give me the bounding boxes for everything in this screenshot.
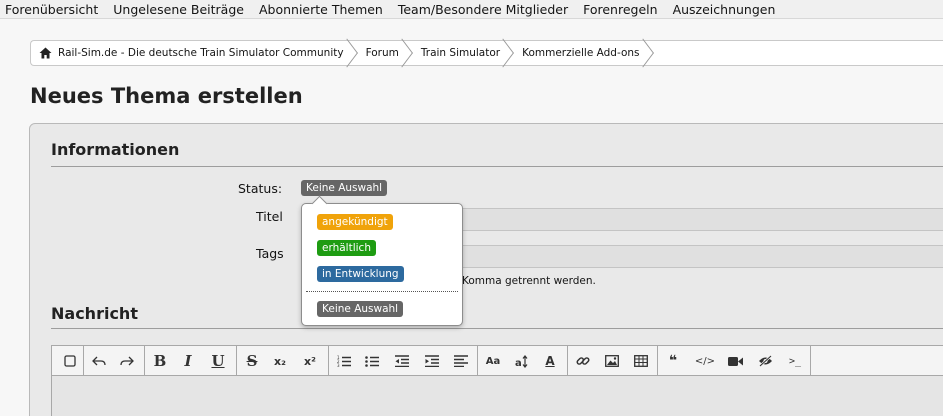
nachricht-heading: Nachricht [51,304,138,323]
underline-button[interactable]: U [207,346,229,376]
breadcrumb-item-forum[interactable]: Forum [358,41,413,65]
toggle-bbcode-icon[interactable] [58,346,82,376]
toolbar-separator [83,346,84,376]
breadcrumb-label: Kommerzielle Add-ons [522,47,640,59]
status-option-angekuendigt[interactable]: angekündigt [317,214,393,230]
breadcrumb: Rail-Sim.de - Die deutsche Train Simulat… [30,40,943,66]
ordered-list-icon[interactable]: 123 [333,346,355,376]
breadcrumb-label: Forum [365,47,399,59]
subscript-button[interactable]: x₂ [268,346,292,376]
top-navigation: Forenübersicht Ungelesene Beiträge Abonn… [0,0,943,19]
tags-label: Tags [256,246,284,261]
quote-button[interactable]: ❝ [662,346,684,376]
svg-text:3: 3 [337,363,340,367]
breadcrumb-item-train-simulator[interactable]: Train Simulator [413,41,514,65]
home-icon [39,47,52,59]
table-icon[interactable] [630,346,652,376]
nav-team[interactable]: Team/Besondere Mitglieder [398,2,568,17]
toolbar-separator [567,346,568,376]
strikethrough-button[interactable]: S [241,346,263,376]
tags-hint: Komma getrennt werden. [462,275,596,287]
nav-forenuebersicht[interactable]: Forenübersicht [5,2,98,17]
bold-button[interactable]: B [149,346,171,376]
breadcrumb-item-kommerzielle-add-ons[interactable]: Kommerzielle Add-ons [514,41,653,65]
titel-label: Titel [256,209,283,224]
breadcrumb-label: Rail-Sim.de - Die deutsche Train Simulat… [58,47,344,59]
spoiler-icon[interactable] [753,346,777,376]
page-title: Neues Thema erstellen [30,84,303,108]
toolbar-separator [477,346,478,376]
message-editor: B I U S x₂ x² 123 Aa a A ❝ </> >_ [51,345,943,416]
unordered-list-icon[interactable] [361,346,383,376]
status-label: Status: [238,181,283,196]
status-option-keine-auswahl[interactable]: Keine Auswahl [317,301,404,317]
status-option-erhaeltlich[interactable]: erhältlich [317,240,376,256]
divider [51,328,943,329]
toolbar-separator [657,346,658,376]
outdent-icon[interactable] [391,346,413,376]
italic-button[interactable]: I [177,346,199,376]
status-dropdown-menu: angekündigt erhältlich in Entwicklung Ke… [301,203,463,326]
breadcrumb-label: Train Simulator [420,47,501,59]
toolbar-separator [144,346,145,376]
indent-icon[interactable] [421,346,443,376]
link-icon[interactable] [572,346,594,376]
nav-auszeichnungen[interactable]: Auszeichnungen [673,2,776,17]
font-color-button[interactable]: A [539,346,561,376]
toolbar-separator [236,346,237,376]
redo-icon[interactable] [116,346,138,376]
superscript-button[interactable]: x² [298,346,322,376]
divider [51,166,943,167]
font-size-button[interactable]: Aa [482,346,504,376]
font-family-icon[interactable]: a [511,346,533,376]
align-icon[interactable] [450,346,472,376]
nav-abonnierte-themen[interactable]: Abonnierte Themen [259,2,383,17]
informationen-heading: Informationen [51,140,180,159]
status-select-button[interactable]: Keine Auswahl [301,180,388,196]
nav-forenregeln[interactable]: Forenregeln [583,2,657,17]
svg-text:a: a [515,358,522,368]
toolbar-separator [328,346,329,376]
toolbar-separator [810,346,811,376]
tags-input[interactable] [462,245,943,268]
status-option-in-entwicklung[interactable]: in Entwicklung [317,266,404,282]
editor-toolbar: B I U S x₂ x² 123 Aa a A ❝ </> >_ [52,346,943,376]
breadcrumb-item-home[interactable]: Rail-Sim.de - Die deutsche Train Simulat… [31,41,358,65]
menu-separator [306,291,458,292]
media-icon[interactable] [724,346,746,376]
undo-icon[interactable] [88,346,110,376]
code-button[interactable]: </> [693,346,717,376]
nav-ungelesene-beitraege[interactable]: Ungelesene Beiträge [113,2,244,17]
image-icon[interactable] [601,346,623,376]
inline-code-button[interactable]: >_ [783,346,807,376]
titel-input[interactable] [462,208,943,231]
